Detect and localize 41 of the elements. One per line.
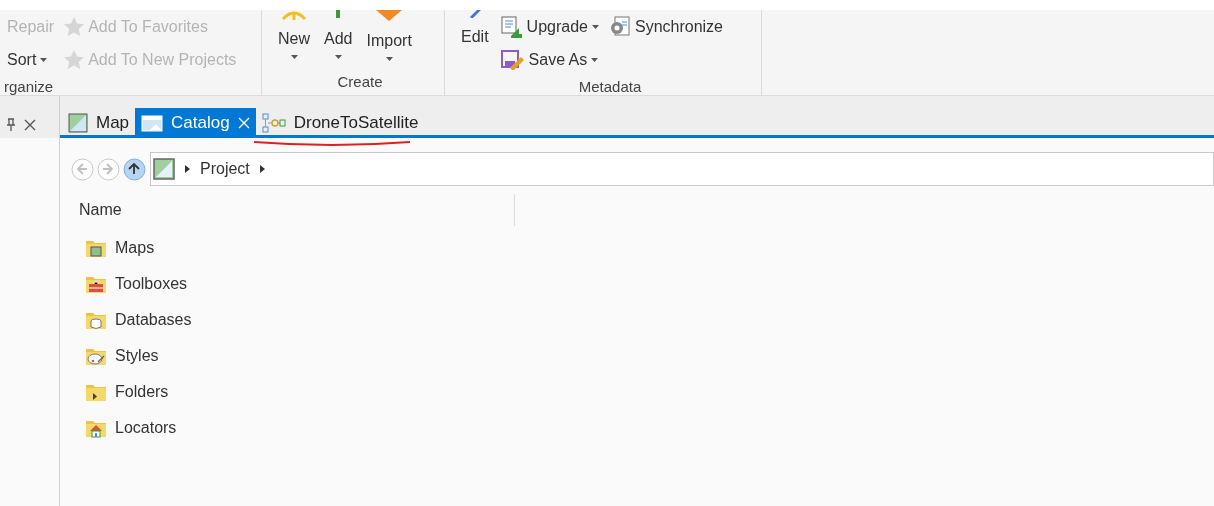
ribbon-large-button[interactable]: New [276, 10, 312, 59]
group-label: Metadata [578, 77, 642, 95]
gear-document-icon[interactable] [608, 15, 631, 38]
list-item[interactable]: Databases [115, 308, 192, 332]
group-label: rganize [4, 77, 55, 95]
tab[interactable]: Catalog [135, 108, 256, 138]
breadcrumb-item[interactable]: Project [200, 157, 250, 181]
save-pencil-icon[interactable] [500, 49, 525, 70]
model-diagram-icon [261, 113, 286, 133]
address-bar[interactable]: Project [150, 152, 1214, 186]
toolbox-folder-icon [85, 274, 107, 294]
list-item[interactable]: Folders [115, 380, 169, 404]
ribbon-large-button[interactable]: Import [364, 10, 414, 61]
project-icon [153, 158, 175, 180]
ribbon-button[interactable]: Synchronize [608, 10, 723, 43]
catalog-icon [141, 114, 164, 132]
column-header[interactable]: Name [71, 194, 515, 226]
ribbon-button[interactable]: Upgrade [500, 10, 599, 43]
ribbon-large-button[interactable]: Edit [459, 10, 491, 47]
list-item[interactable]: Locators [115, 416, 177, 440]
list-item[interactable]: Styles [115, 344, 159, 368]
chevron-right-icon [259, 165, 265, 173]
folder-icon [85, 382, 107, 402]
chevron-right-icon [185, 165, 190, 173]
list-item[interactable]: Toolboxes [115, 272, 188, 296]
house-folder-icon [85, 418, 107, 438]
group-label: Create [337, 71, 383, 92]
maps-folder-icon [85, 238, 107, 258]
tab[interactable]: DroneToSatellite [255, 108, 425, 138]
arrow-down-icon[interactable] [376, 10, 403, 22]
database-folder-icon [85, 310, 107, 330]
ribbon-button[interactable]: Sort [7, 43, 55, 76]
document-upgrade-icon[interactable] [500, 15, 523, 38]
ribbon-large-button[interactable]: Add [322, 10, 355, 59]
pin-icon[interactable] [6, 118, 16, 132]
ribbon-button[interactable]: Save As [500, 43, 599, 76]
list-item[interactable]: Maps [115, 236, 155, 260]
palette-folder-icon [85, 346, 107, 366]
up-button[interactable] [123, 157, 146, 181]
close-icon[interactable] [24, 119, 36, 131]
map-icon [68, 113, 88, 133]
